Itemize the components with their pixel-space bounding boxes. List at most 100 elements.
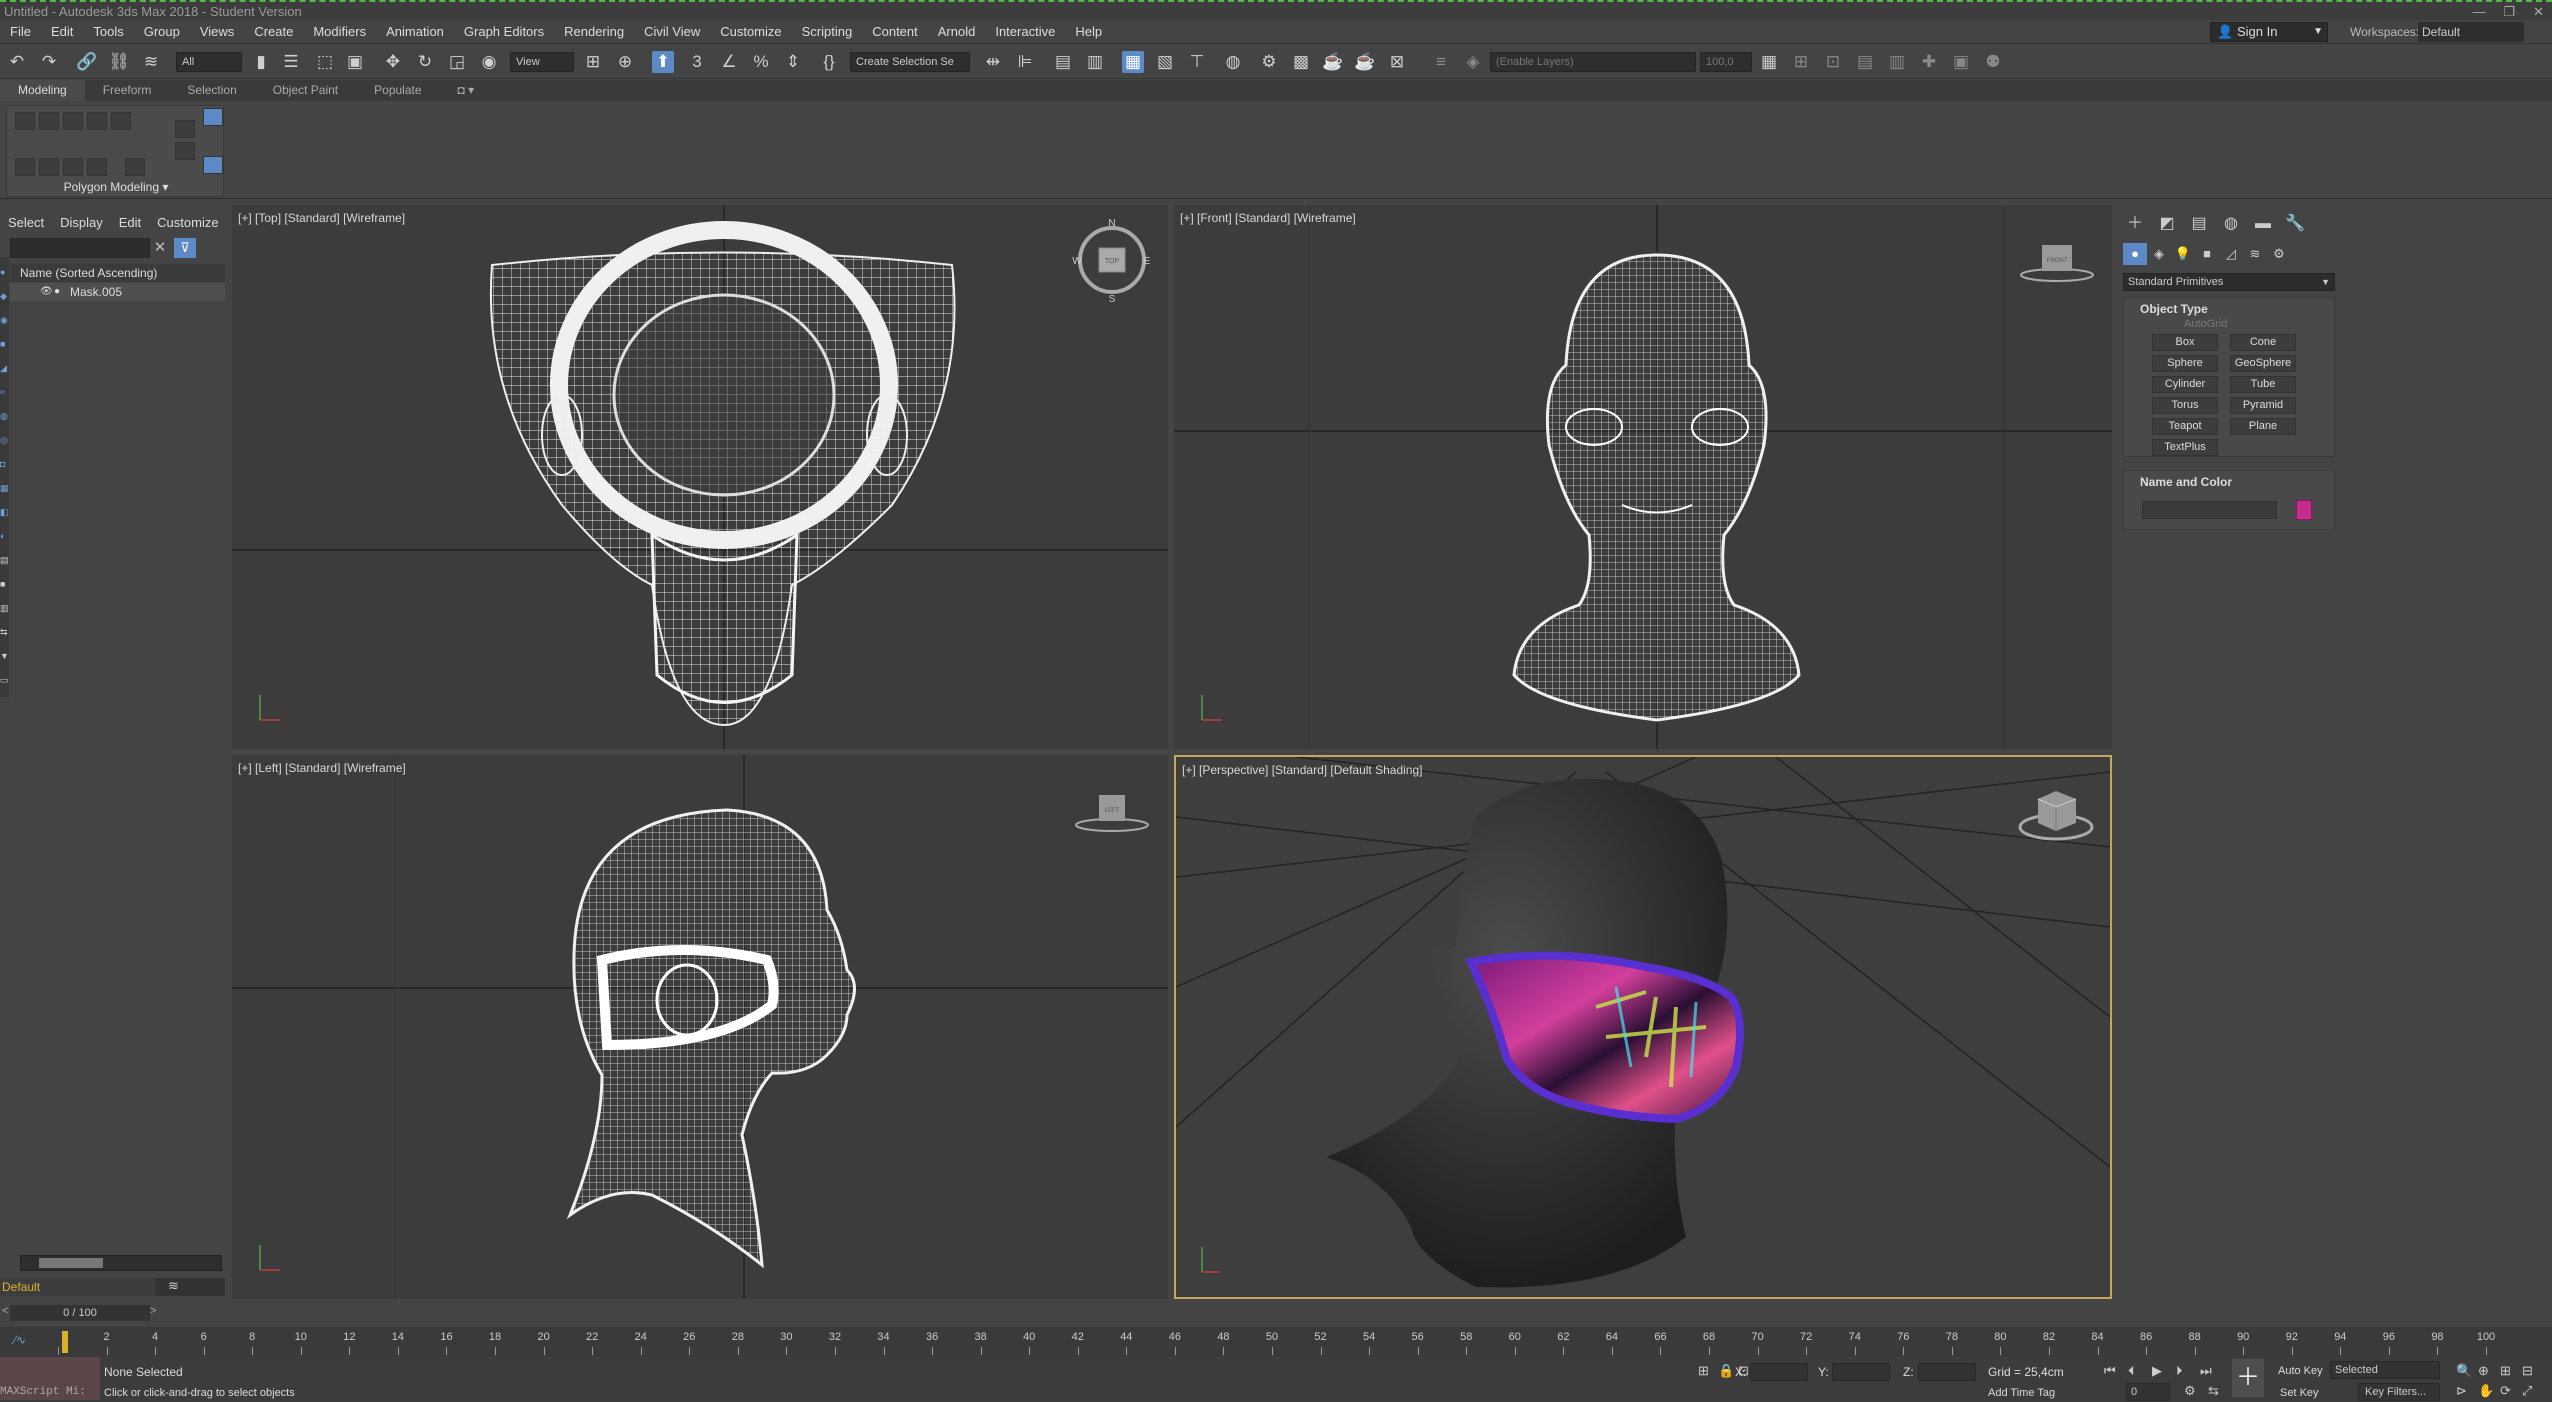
- time-config-icon[interactable]: ⚙: [2184, 1383, 2196, 1399]
- display-geometry-icon[interactable]: ●: [0, 267, 9, 277]
- sync-selection-icon[interactable]: ⇆: [0, 627, 9, 637]
- timeline-track[interactable]: ⁄∿ 2 4 6 8 10 12 14 16 18 20 22 24 26 28 30 32 34 36 38 40 4…: [0, 1327, 2552, 1357]
- curve-editor-mini-icon[interactable]: ⁄∿: [14, 1333, 26, 1347]
- object-type-title[interactable]: Object Type: [2124, 298, 2334, 316]
- key-filters-button[interactable]: Key Filters...: [2358, 1383, 2440, 1401]
- set-key-big-button[interactable]: ＋: [2232, 1359, 2264, 1397]
- filter-children-icon[interactable]: ▼: [0, 651, 9, 661]
- maximize-viewport-icon[interactable]: ⤢: [2522, 1383, 2532, 1399]
- key-mode-icon[interactable]: ⇆: [2208, 1383, 2219, 1399]
- clear-search-icon[interactable]: ✕: [152, 238, 168, 258]
- menu-animation[interactable]: Animation: [376, 20, 454, 44]
- hierarchy-tab-icon[interactable]: ▤: [2187, 213, 2211, 235]
- scene-tab-edit[interactable]: Edit: [111, 210, 149, 236]
- place-icon[interactable]: ◉: [478, 51, 500, 73]
- shapes-category-icon[interactable]: ◈: [2147, 243, 2171, 265]
- window-crossing-icon[interactable]: ▣: [344, 51, 366, 73]
- maximize-button[interactable]: ❐: [2503, 2, 2515, 22]
- curve-editor-icon[interactable]: ▧: [1154, 51, 1176, 73]
- play-icon[interactable]: ▶: [2152, 1363, 2162, 1379]
- viewport-top[interactable]: TOP N S E W [+] [Top] [Standard] [Wirefr…: [232, 205, 1168, 749]
- menu-group[interactable]: Group: [134, 20, 190, 44]
- orbit-icon[interactable]: ⟳: [2500, 1383, 2511, 1399]
- name-and-color-title[interactable]: Name and Color: [2124, 471, 2334, 489]
- bind-space-warp-icon[interactable]: ≋: [140, 51, 162, 73]
- primitive-type-dropdown[interactable]: Standard Primitives ▼: [2123, 273, 2335, 291]
- cone-button[interactable]: Cone: [2230, 334, 2296, 351]
- eye-icon[interactable]: 👁: [40, 283, 53, 301]
- prev-frame-icon[interactable]: ⏴: [2128, 1363, 2135, 1379]
- angle-snap-icon[interactable]: ∠: [718, 51, 740, 73]
- motion-tab-icon[interactable]: ◍: [2219, 213, 2243, 235]
- viewcube-compass[interactable]: TOP N S E W: [1072, 218, 1150, 305]
- x-coord-field[interactable]: [1750, 1363, 1808, 1381]
- preserve-uvs-icon[interactable]: [39, 158, 59, 176]
- helpers-category-icon[interactable]: ◿: [2219, 243, 2243, 265]
- menu-rendering[interactable]: Rendering: [554, 20, 634, 44]
- y-coord-field[interactable]: [1832, 1363, 1890, 1381]
- workspace-dropdown[interactable]: Default: [2418, 22, 2524, 42]
- tab-freeform[interactable]: Freeform: [85, 80, 170, 101]
- z-coord-field[interactable]: [1918, 1363, 1976, 1381]
- utilities-tab-icon[interactable]: 🔧: [2283, 213, 2307, 235]
- maxscript-listener-top[interactable]: [0, 1357, 100, 1370]
- field-of-view-icon[interactable]: ⊳: [2456, 1383, 2467, 1399]
- display-containers-icon[interactable]: ▦: [0, 483, 9, 493]
- keyboard-shortcut-override-icon[interactable]: ⬆: [652, 51, 674, 73]
- menu-civil-view[interactable]: Civil View: [634, 20, 710, 44]
- plane-button[interactable]: Plane: [2230, 418, 2296, 435]
- scene-explorer-icon[interactable]: ▦: [1122, 51, 1144, 73]
- grid-tool-icon[interactable]: ⊞: [1790, 51, 1812, 73]
- display-hidden-icon[interactable]: ◐: [0, 531, 9, 541]
- maxscript-listener[interactable]: MAXScript Mi:: [0, 1370, 100, 1400]
- border-mode-icon[interactable]: [63, 112, 83, 130]
- menu-modifiers[interactable]: Modifiers: [303, 20, 376, 44]
- ignore-backfacing-icon[interactable]: [63, 158, 83, 176]
- populate-tool-icon[interactable]: ✚: [1918, 51, 1940, 73]
- layer-list-icon[interactable]: ≡: [1430, 51, 1452, 73]
- percent-snap-icon[interactable]: %: [750, 51, 772, 73]
- collapse-stack-icon[interactable]: [87, 158, 107, 176]
- scene-tab-customize[interactable]: Customize: [149, 210, 226, 236]
- redo-icon[interactable]: ↷: [38, 51, 60, 73]
- display-all-icon[interactable]: ▤: [0, 555, 9, 565]
- object-name-input[interactable]: [2142, 501, 2277, 519]
- layer-dropdown[interactable]: (Enable Layers): [1490, 52, 1696, 72]
- menu-tools[interactable]: Tools: [83, 20, 133, 44]
- create-layer-icon[interactable]: ◈: [1462, 51, 1484, 73]
- display-frozen-icon[interactable]: ◧: [0, 507, 9, 517]
- spacewarps-category-icon[interactable]: ≋: [2243, 243, 2267, 265]
- viewport-label-front[interactable]: [+] [Front] [Standard] [Wireframe]: [1180, 211, 1356, 225]
- zoom-extents-icon[interactable]: ⊞: [2500, 1363, 2511, 1379]
- pyramid-button[interactable]: Pyramid: [2230, 397, 2296, 414]
- ribbon-options-icon[interactable]: ◘ ▾: [440, 80, 493, 101]
- next-frame-icon[interactable]: ⏵: [2176, 1363, 2183, 1379]
- layers-stack-icon[interactable]: ▦: [1758, 51, 1780, 73]
- scene-search-input[interactable]: [10, 238, 150, 258]
- cameras-category-icon[interactable]: ■: [2195, 243, 2219, 265]
- zoom-icon[interactable]: 🔍: [2456, 1363, 2472, 1379]
- subobject-toggle-icon[interactable]: [175, 120, 195, 138]
- display-invert-icon[interactable]: ▥: [0, 603, 9, 613]
- menu-file[interactable]: File: [0, 20, 41, 44]
- align-icon[interactable]: ⊫: [1014, 51, 1036, 73]
- show-end-result-icon[interactable]: [125, 158, 145, 176]
- scene-tab-display[interactable]: Display: [52, 210, 111, 236]
- scene-tab-select[interactable]: Select: [0, 210, 52, 236]
- menu-create[interactable]: Create: [244, 20, 303, 44]
- render-iterative-icon[interactable]: ☕: [1354, 51, 1376, 73]
- tab-populate[interactable]: Populate: [356, 80, 439, 101]
- sphere-button[interactable]: Sphere: [2152, 355, 2218, 372]
- select-object-icon[interactable]: ▮: [250, 51, 272, 73]
- modify-tab-icon[interactable]: ◩: [2155, 213, 2179, 235]
- display-tab-icon[interactable]: ▬: [2251, 213, 2275, 235]
- viewcube-left[interactable]: LEFT: [1075, 795, 1149, 832]
- minimize-button[interactable]: —: [2472, 2, 2485, 22]
- menu-views[interactable]: Views: [190, 20, 244, 44]
- scene-list-item[interactable]: 👁 ● Mask.005: [10, 283, 225, 301]
- autogrid-checkbox[interactable]: AutoGrid: [2184, 318, 2227, 330]
- viewcube-front[interactable]: FRONT: [2020, 245, 2094, 282]
- select-by-name-icon[interactable]: ☰: [280, 51, 302, 73]
- display-helpers-icon[interactable]: ◢: [0, 363, 9, 373]
- snap-3d-icon[interactable]: 3: [686, 51, 708, 73]
